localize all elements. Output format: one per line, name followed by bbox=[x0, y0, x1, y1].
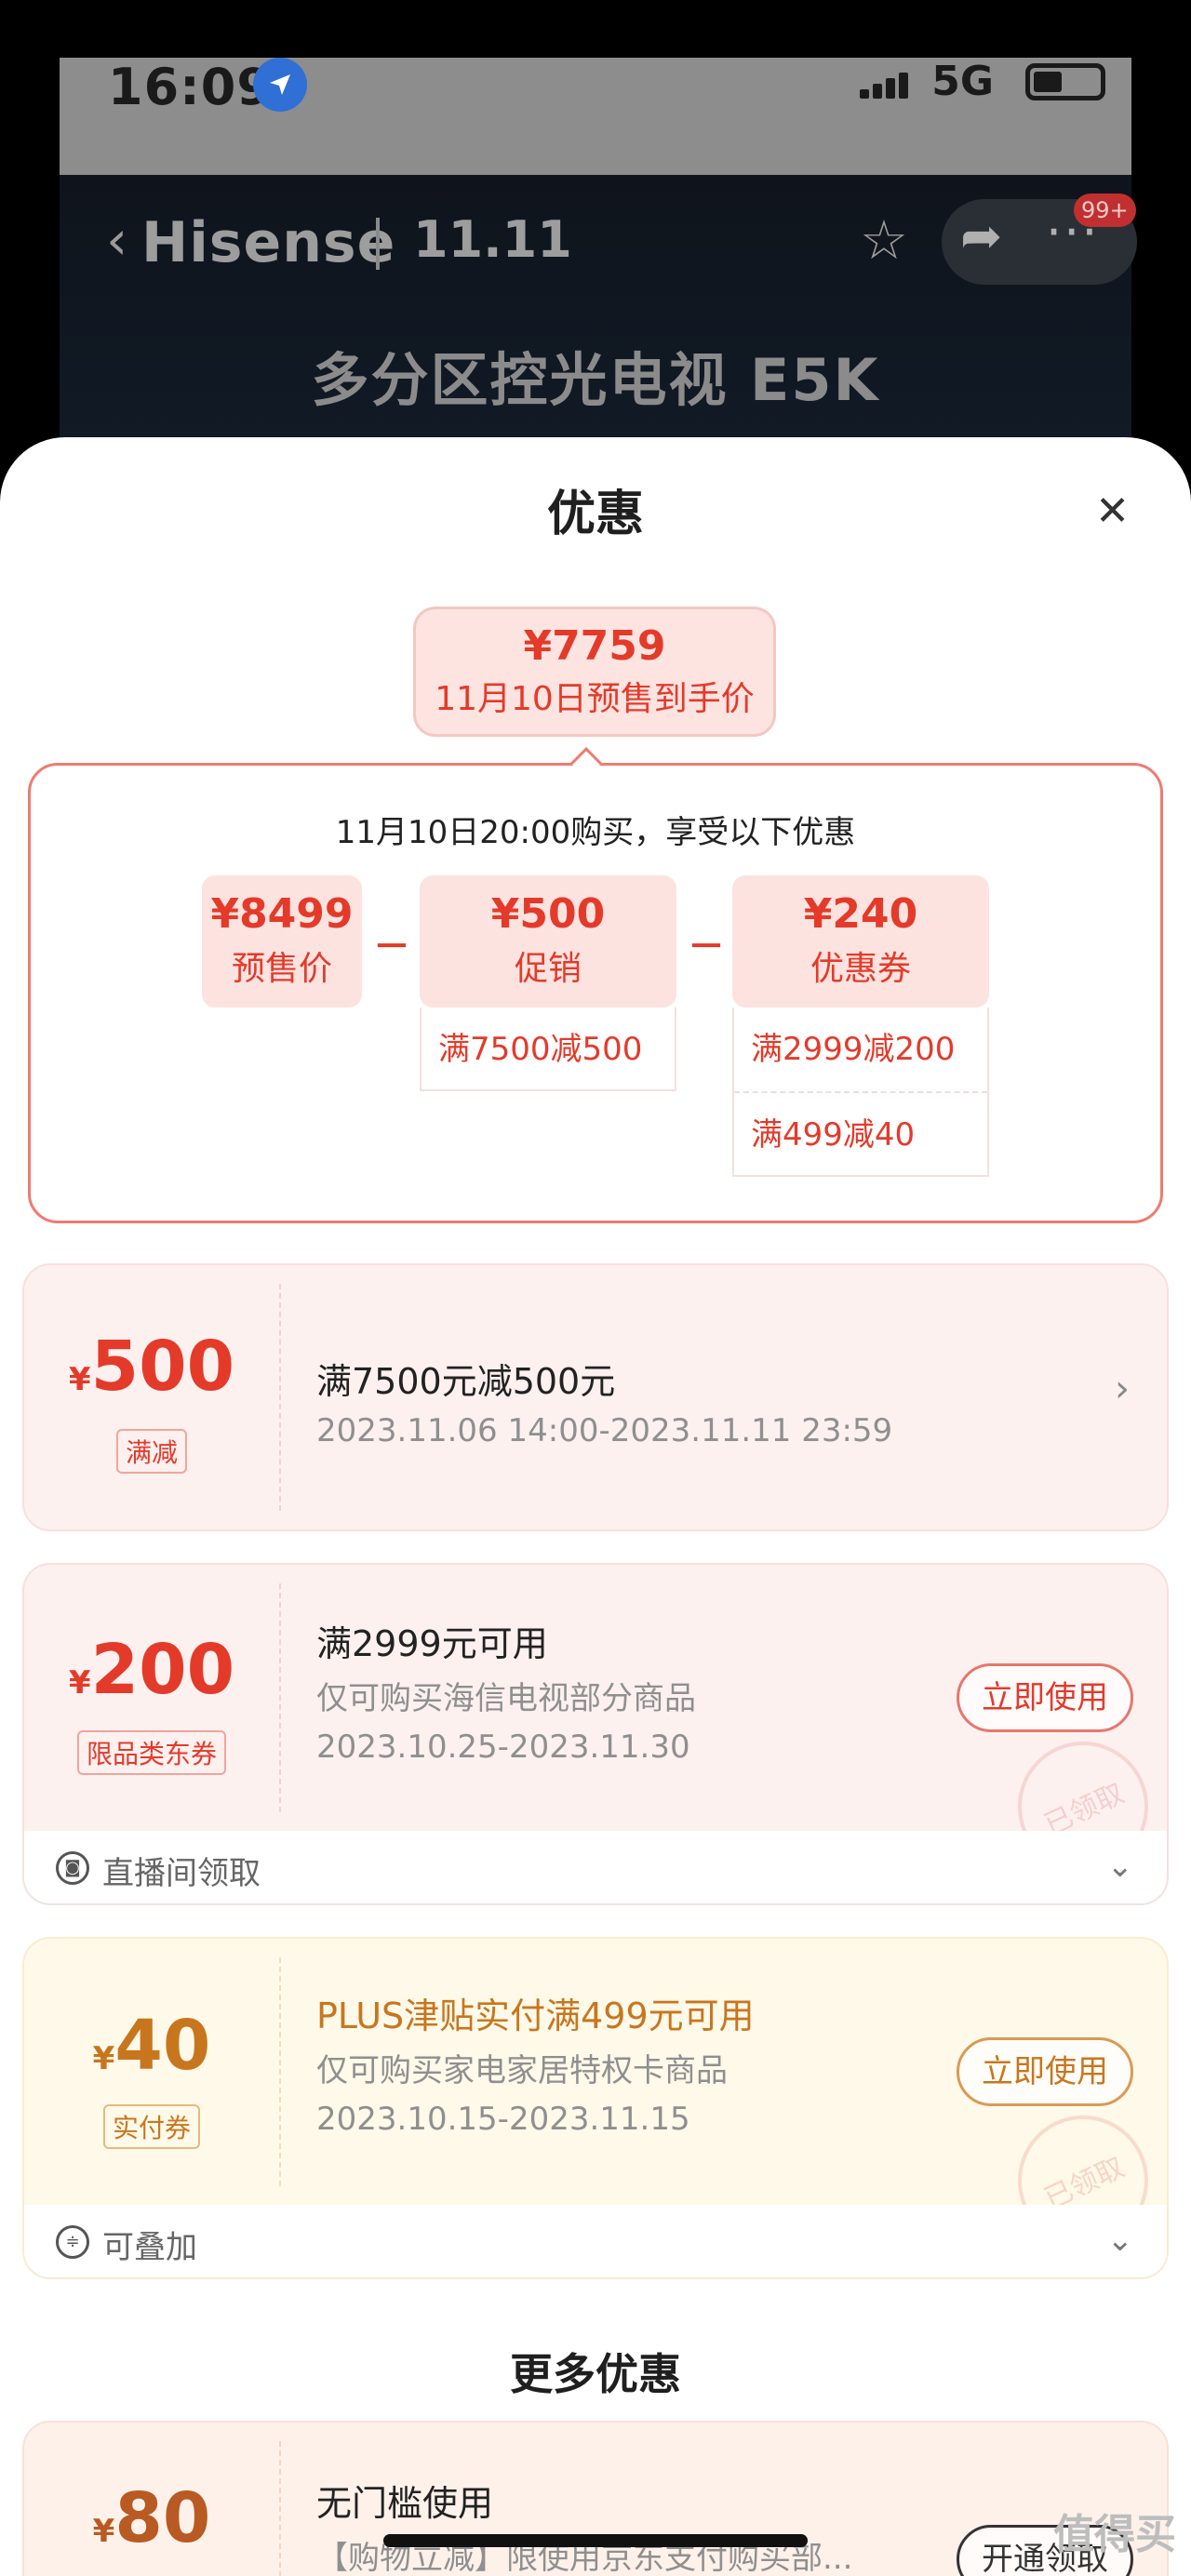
signal-icon bbox=[860, 71, 925, 99]
coupon-title: 满2999元可用 bbox=[316, 1623, 548, 1664]
coupon-type-badge: 实付券 bbox=[102, 2104, 201, 2149]
coupon-label: 优惠券 bbox=[810, 950, 911, 988]
brand-logo: Hisense bbox=[141, 210, 396, 275]
more-discounts-title: 更多优惠 bbox=[510, 2349, 681, 2399]
location-icon bbox=[253, 58, 307, 112]
coupon-footer-text: 可叠加 bbox=[102, 2229, 197, 2266]
coupon-amount: ¥500 bbox=[24, 1327, 279, 1407]
coupon-rule: 满2999减200 bbox=[751, 1031, 956, 1068]
coupon-category: ¥200 限品类东券 满2999元可用 仅可购买海信电视部分商品 2023.10… bbox=[22, 1563, 1169, 1831]
promotion-label: 促销 bbox=[514, 950, 582, 988]
coupon-scope: 仅可购买家电家居特权卡商品 bbox=[316, 2052, 728, 2089]
coupon-type-badge: 满减 bbox=[115, 1429, 188, 1474]
coupon-title: PLUS津贴实付满499元可用 bbox=[316, 1995, 755, 2036]
coupon-amount-value: 500 bbox=[90, 1327, 235, 1407]
stackable-icon: ≑ bbox=[56, 2225, 89, 2259]
coupon-stub: ¥80 bbox=[24, 2423, 279, 2576]
promotion-rule: 满7500减500 bbox=[438, 1031, 643, 1068]
product-title: 多分区控光电视 E5K bbox=[311, 346, 880, 414]
coupon-plus: ¥40 实付券 PLUS津贴实付满499元可用 仅可购买家电家居特权卡商品 20… bbox=[22, 1937, 1169, 2205]
coupon-footer-text: 直播间领取 bbox=[102, 1855, 261, 1892]
currency-symbol: ¥ bbox=[68, 1361, 91, 1398]
favorite-star-icon[interactable]: ☆ bbox=[860, 208, 908, 272]
coupon-divider bbox=[279, 2441, 281, 2576]
watermark: 值得买 bbox=[1053, 2511, 1176, 2558]
coupon-title: 无门槛使用 bbox=[316, 2483, 494, 2524]
status-time: 16:09 bbox=[108, 58, 273, 116]
coupon-validity: 2023.10.15-2023.11.15 bbox=[316, 2101, 690, 2138]
chevron-down-icon[interactable]: ⌄ bbox=[1107, 1848, 1134, 1885]
sheet-title: 优惠 bbox=[546, 487, 644, 542]
coupon-amount: ¥80 bbox=[24, 2478, 279, 2558]
coupon-validity: 2023.10.25-2023.11.30 bbox=[316, 1728, 690, 1766]
coupon-full-reduction[interactable]: ¥500 满减 满7500元减500元 2023.11.06 14:00-202… bbox=[22, 1263, 1169, 1531]
coupon-detail: 满2999减200 满499减40 bbox=[732, 1008, 989, 1177]
coupon-title: 满7500元减500元 bbox=[316, 1361, 616, 1402]
chevron-right-icon[interactable]: › bbox=[1115, 1368, 1130, 1410]
notification-badge: 99+ bbox=[1074, 194, 1136, 227]
coupon-no-threshold: ¥80 无门槛使用 【购物立减】限使用京东支付购买部... 开通领取 bbox=[22, 2421, 1169, 2576]
live-stream-icon: ◙ bbox=[56, 1851, 89, 1885]
coupon-type-badge: 限品类东券 bbox=[76, 1730, 227, 1775]
promotion-card: ¥500 促销 bbox=[420, 875, 676, 1008]
presale-price-card: ¥8499 预售价 bbox=[202, 875, 362, 1008]
breakdown-description: 11月10日20:00购买，享受以下优惠 bbox=[335, 814, 856, 851]
battery-icon bbox=[1025, 63, 1105, 100]
coupon-card: ¥240 优惠券 bbox=[732, 875, 989, 1008]
coupon-stub: ¥200 限品类东券 bbox=[24, 1565, 279, 1831]
discount-sheet: 优惠 ✕ ¥7759 11月10日预售到手价 11月10日20:00购买，享受以… bbox=[0, 437, 1191, 2576]
coupon-footer[interactable]: ≑ 可叠加 ⌄ bbox=[22, 2205, 1169, 2279]
chevron-down-icon[interactable]: ⌄ bbox=[1107, 2222, 1134, 2259]
coupon-amount-value: 200 bbox=[90, 1630, 235, 1710]
coupon-scope: 仅可购买海信电视部分商品 bbox=[316, 1680, 696, 1717]
currency-symbol: ¥ bbox=[68, 1664, 91, 1702]
coupon-rule: 满499减40 bbox=[734, 1091, 987, 1175]
coupon-amount-value: 80 bbox=[114, 2478, 211, 2558]
coupon-value: ¥240 bbox=[803, 890, 918, 938]
promotion-value: ¥500 bbox=[490, 890, 606, 938]
share-icon[interactable]: ➦ bbox=[960, 207, 1002, 265]
presale-price-value: ¥8499 bbox=[210, 890, 354, 938]
minus-sign: － bbox=[373, 926, 410, 968]
coupon-amount-value: 40 bbox=[114, 2006, 211, 2086]
coupon-footer[interactable]: ◙ 直播间领取 ⌄ bbox=[22, 1831, 1169, 1905]
close-icon[interactable]: ✕ bbox=[1095, 491, 1130, 532]
coupon-divider bbox=[279, 1284, 281, 1511]
claimed-stamp: 已领取 bbox=[996, 2093, 1167, 2205]
coupon-amount: ¥200 bbox=[24, 1630, 279, 1710]
back-icon[interactable]: ‹ bbox=[106, 208, 127, 272]
promotion-detail: 满7500减500 bbox=[420, 1008, 676, 1091]
currency-symbol: ¥ bbox=[92, 2513, 115, 2550]
coupon-stub: ¥40 实付券 bbox=[24, 1939, 279, 2205]
claimed-stamp: 已领取 bbox=[996, 1719, 1167, 1831]
brand-divider bbox=[376, 218, 380, 270]
network-type: 5G bbox=[931, 58, 994, 105]
use-now-button[interactable]: 立即使用 bbox=[957, 1663, 1133, 1732]
coupon-divider bbox=[279, 1583, 281, 1812]
currency-symbol: ¥ bbox=[92, 2040, 115, 2077]
final-price: ¥7759 bbox=[523, 622, 666, 670]
presale-price-label: 预售价 bbox=[231, 950, 332, 988]
price-breakdown: 11月10日20:00购买，享受以下优惠 ¥8499 预售价 － ¥500 促销… bbox=[28, 763, 1163, 1223]
event-logo: 11.11 bbox=[413, 210, 572, 269]
status-bar: 16:09 5G bbox=[60, 58, 1131, 175]
coupon-amount: ¥40 bbox=[24, 2006, 279, 2086]
use-now-button[interactable]: 立即使用 bbox=[957, 2037, 1133, 2106]
coupon-validity: 2023.11.06 14:00-2023.11.11 23:59 bbox=[316, 1412, 893, 1449]
final-price-tag: ¥7759 11月10日预售到手价 bbox=[413, 607, 776, 737]
coupon-divider bbox=[279, 1957, 281, 2186]
final-price-label: 11月10日预售到手价 bbox=[435, 680, 755, 718]
minus-sign: － bbox=[688, 926, 725, 968]
coupon-stub: ¥500 满减 bbox=[24, 1265, 279, 1529]
product-header: ‹ Hisense 11.11 ☆ ➦ ··· 99+ 多分区控光电视 E5K bbox=[60, 175, 1137, 454]
home-indicator bbox=[383, 2534, 808, 2547]
